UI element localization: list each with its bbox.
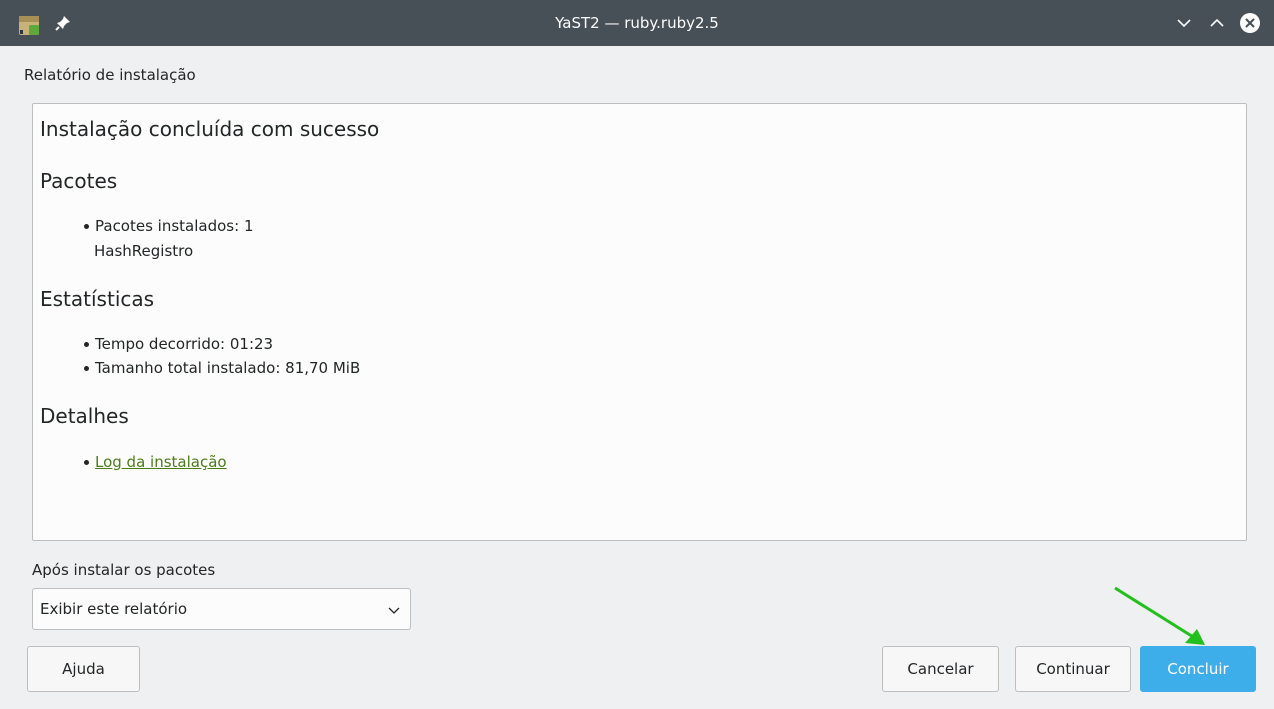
maximize-icon[interactable] [1206,12,1228,34]
installation-log-link[interactable]: Log da instalação [95,452,227,472]
close-icon[interactable] [1239,12,1261,34]
yast-window: YaST2 — ruby.ruby2.5 Relatório de instal… [0,0,1274,709]
minimize-icon[interactable] [1173,12,1195,34]
installed-packages-count: Pacotes instalados: 1 [95,217,254,235]
bullet [84,342,89,347]
title-bar: YaST2 — ruby.ruby2.5 [0,0,1274,46]
after-install-label: Após instalar os pacotes [32,561,216,579]
elapsed-time: Tempo decorrido: 01:23 [95,335,274,353]
after-install-select[interactable]: Exibir este relatório [32,588,411,630]
chevron-down-icon [388,607,400,614]
after-install-selected-option: Exibir este relatório [40,600,188,618]
annotation-arrow-icon [1114,586,1205,645]
cancel-button[interactable]: Cancelar [882,646,999,692]
installed-package-name: HashRegistro [94,242,194,260]
total-installed-size: Tamanho total instalado: 81,70 MiB [95,359,361,377]
bullet [84,460,89,465]
installation-report[interactable]: Instalação concluída com sucesso Pacotes… [32,103,1247,541]
report-section-label: Relatório de instalação [24,66,196,84]
window-title: YaST2 — ruby.ruby2.5 [555,14,719,32]
statistics-heading: Estatísticas [40,287,155,311]
details-heading: Detalhes [40,404,129,428]
bullet [84,366,89,371]
help-button[interactable]: Ajuda [27,646,140,692]
packages-heading: Pacotes [40,169,118,193]
report-heading: Instalação concluída com sucesso [40,117,380,141]
bullet [84,224,89,229]
